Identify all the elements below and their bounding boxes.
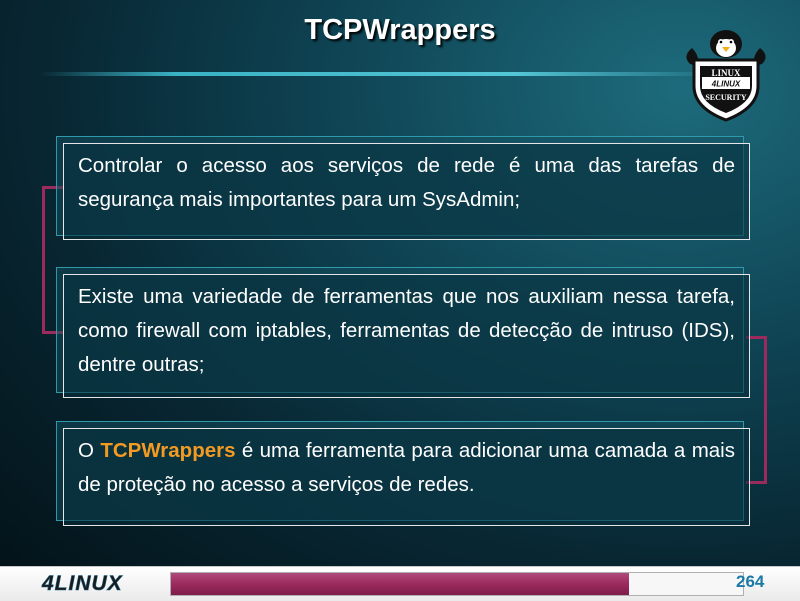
content-text-2: Existe uma variedade de ferramentas que … [78, 285, 735, 376]
footer-progress-fill [171, 573, 629, 595]
footer-logo-text: 4LINUX [41, 572, 124, 595]
badge-4linux-text: 4LINUX [711, 80, 741, 89]
badge-security-text: SECURITY [705, 93, 747, 102]
slide-footer: 4LINUX 264 [0, 566, 800, 601]
title-underline [40, 72, 720, 76]
slide-title: TCPWrappers [304, 14, 496, 46]
content-text-1: Controlar o acesso aos serviços de rede … [78, 154, 735, 211]
badge-linux-text: LINUX [711, 68, 741, 78]
tcpwrappers-highlight: TCPWrappers [100, 439, 236, 462]
footer-progress-track [170, 572, 744, 596]
page-number: 264 [736, 572, 765, 591]
content-box-3: O TCPWrappers é uma ferramenta para adic… [63, 428, 750, 526]
linux-security-badge-icon: LINUX 4LINUX SECURITY [686, 30, 766, 122]
4linux-logo-icon: 4LINUX [41, 572, 124, 596]
content-box-2: Existe uma variedade de ferramentas que … [63, 274, 750, 398]
content-text-3-prefix: O [78, 439, 101, 462]
content-box-1: Controlar o acesso aos serviços de rede … [63, 143, 750, 240]
